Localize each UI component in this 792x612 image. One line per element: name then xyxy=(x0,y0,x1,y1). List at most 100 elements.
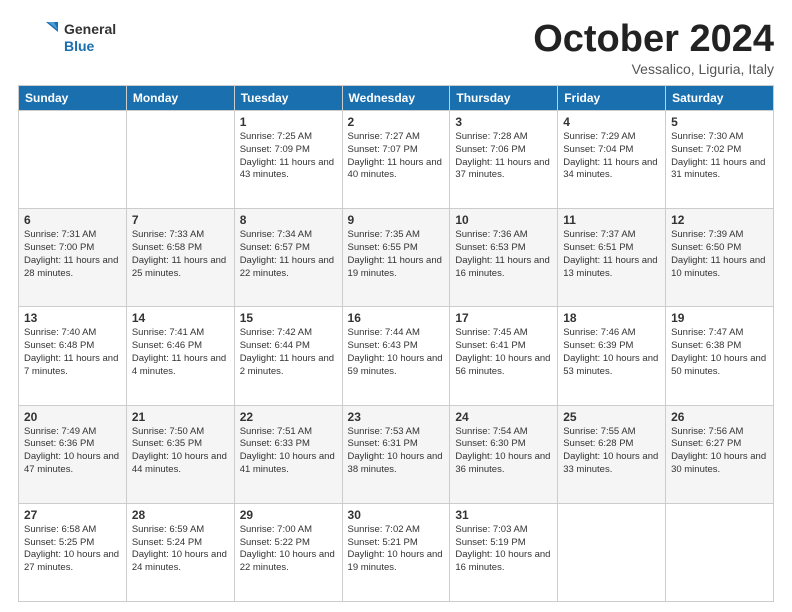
table-row: 20 Sunrise: 7:49 AM Sunset: 6:36 PM Dayli… xyxy=(19,405,127,503)
day-number: 16 xyxy=(348,311,445,325)
day-info: Sunrise: 7:55 AM Sunset: 6:28 PM Dayligh… xyxy=(563,426,660,477)
day-number: 24 xyxy=(455,410,552,424)
table-row: 7 Sunrise: 7:33 AM Sunset: 6:58 PM Daylig… xyxy=(126,209,234,307)
day-number: 4 xyxy=(563,115,660,129)
col-tuesday: Tuesday xyxy=(234,86,342,111)
table-row: 25Sunrise: 7:55 AM Sunset: 6:28 PM Dayli… xyxy=(558,405,666,503)
calendar-row: 6Sunrise: 7:31 AM Sunset: 7:00 PM Daylig… xyxy=(19,209,774,307)
day-number: 26 xyxy=(671,410,768,424)
logo-area: GeneralBlue xyxy=(18,18,116,58)
day-info: Sunrise: 7:33 AM Sunset: 6:58 PM Dayligh… xyxy=(132,229,229,280)
table-row xyxy=(666,503,774,601)
logo-general: General xyxy=(64,21,116,38)
day-number: 10 xyxy=(455,213,552,227)
col-wednesday: Wednesday xyxy=(342,86,450,111)
table-row: 30 Sunrise: 7:02 AM Sunset: 5:21 PM Dayli… xyxy=(342,503,450,601)
day-number: 20 xyxy=(24,410,121,424)
day-number: 13 xyxy=(24,311,121,325)
day-info: Sunrise: 7:51 AM Sunset: 6:33 PM Dayligh… xyxy=(240,426,337,477)
table-row: 29Sunrise: 7:00 AM Sunset: 5:22 PM Dayli… xyxy=(234,503,342,601)
table-row: 3Sunrise: 7:28 AM Sunset: 7:06 PM Daylig… xyxy=(450,111,558,209)
table-row xyxy=(126,111,234,209)
table-row: 23 Sunrise: 7:53 AM Sunset: 6:31 PM Dayli… xyxy=(342,405,450,503)
day-number: 3 xyxy=(455,115,552,129)
day-info: Sunrise: 7:27 AM Sunset: 7:07 PM Dayligh… xyxy=(348,131,445,182)
logo-blue: Blue xyxy=(64,38,116,55)
day-number: 2 xyxy=(348,115,445,129)
calendar-row: 13Sunrise: 7:40 AM Sunset: 6:48 PM Dayli… xyxy=(19,307,774,405)
table-row: 24 Sunrise: 7:54 AM Sunset: 6:30 PM Dayli… xyxy=(450,405,558,503)
day-number: 17 xyxy=(455,311,552,325)
day-info: Sunrise: 6:59 AM Sunset: 5:24 PM Dayligh… xyxy=(132,524,229,575)
day-info: Sunrise: 7:03 AM Sunset: 5:19 PM Dayligh… xyxy=(455,524,552,575)
calendar-table: Sunday Monday Tuesday Wednesday Thursday… xyxy=(18,85,774,602)
day-info: Sunrise: 7:41 AM Sunset: 6:46 PM Dayligh… xyxy=(132,327,229,378)
calendar-row: 1Sunrise: 7:25 AM Sunset: 7:09 PM Daylig… xyxy=(19,111,774,209)
day-info: Sunrise: 7:31 AM Sunset: 7:00 PM Dayligh… xyxy=(24,229,121,280)
day-number: 12 xyxy=(671,213,768,227)
col-friday: Friday xyxy=(558,86,666,111)
table-row: 31 Sunrise: 7:03 AM Sunset: 5:19 PM Dayli… xyxy=(450,503,558,601)
col-monday: Monday xyxy=(126,86,234,111)
day-info: Sunrise: 7:54 AM Sunset: 6:30 PM Dayligh… xyxy=(455,426,552,477)
day-number: 30 xyxy=(348,508,445,522)
day-number: 29 xyxy=(240,508,337,522)
table-row: 26 Sunrise: 7:56 AM Sunset: 6:27 PM Dayli… xyxy=(666,405,774,503)
day-number: 7 xyxy=(132,213,229,227)
table-row: 2 Sunrise: 7:27 AM Sunset: 7:07 PM Daylig… xyxy=(342,111,450,209)
day-number: 11 xyxy=(563,213,660,227)
table-row: 1Sunrise: 7:25 AM Sunset: 7:09 PM Daylig… xyxy=(234,111,342,209)
table-row: 18 Sunrise: 7:46 AM Sunset: 6:39 PM Dayli… xyxy=(558,307,666,405)
day-info: Sunrise: 7:02 AM Sunset: 5:21 PM Dayligh… xyxy=(348,524,445,575)
day-info: Sunrise: 6:58 AM Sunset: 5:25 PM Dayligh… xyxy=(24,524,121,575)
day-number: 27 xyxy=(24,508,121,522)
page: GeneralBlue October 2024Vessalico, Liguri… xyxy=(0,0,792,612)
table-row: 6Sunrise: 7:31 AM Sunset: 7:00 PM Daylig… xyxy=(19,209,127,307)
day-info: Sunrise: 7:45 AM Sunset: 6:41 PM Dayligh… xyxy=(455,327,552,378)
day-info: Sunrise: 7:47 AM Sunset: 6:38 PM Dayligh… xyxy=(671,327,768,378)
calendar-row: 20 Sunrise: 7:49 AM Sunset: 6:36 PM Dayli… xyxy=(19,405,774,503)
header-row: Sunday Monday Tuesday Wednesday Thursday… xyxy=(19,86,774,111)
table-row: 9 Sunrise: 7:35 AM Sunset: 6:55 PM Daylig… xyxy=(342,209,450,307)
table-row: 8Sunrise: 7:34 AM Sunset: 6:57 PM Daylig… xyxy=(234,209,342,307)
table-row: 16 Sunrise: 7:44 AM Sunset: 6:43 PM Dayli… xyxy=(342,307,450,405)
table-row: 15Sunrise: 7:42 AM Sunset: 6:44 PM Dayli… xyxy=(234,307,342,405)
location-subtitle: Vessalico, Liguria, Italy xyxy=(533,61,774,77)
day-info: Sunrise: 7:39 AM Sunset: 6:50 PM Dayligh… xyxy=(671,229,768,280)
day-number: 15 xyxy=(240,311,337,325)
day-info: Sunrise: 7:44 AM Sunset: 6:43 PM Dayligh… xyxy=(348,327,445,378)
day-number: 23 xyxy=(348,410,445,424)
table-row: 28 Sunrise: 6:59 AM Sunset: 5:24 PM Dayli… xyxy=(126,503,234,601)
day-number: 18 xyxy=(563,311,660,325)
table-row: 12 Sunrise: 7:39 AM Sunset: 6:50 PM Dayli… xyxy=(666,209,774,307)
day-number: 31 xyxy=(455,508,552,522)
day-info: Sunrise: 7:36 AM Sunset: 6:53 PM Dayligh… xyxy=(455,229,552,280)
day-info: Sunrise: 7:50 AM Sunset: 6:35 PM Dayligh… xyxy=(132,426,229,477)
day-info: Sunrise: 7:56 AM Sunset: 6:27 PM Dayligh… xyxy=(671,426,768,477)
day-number: 9 xyxy=(348,213,445,227)
col-thursday: Thursday xyxy=(450,86,558,111)
table-row: 14 Sunrise: 7:41 AM Sunset: 6:46 PM Dayli… xyxy=(126,307,234,405)
day-info: Sunrise: 7:35 AM Sunset: 6:55 PM Dayligh… xyxy=(348,229,445,280)
table-row: 19 Sunrise: 7:47 AM Sunset: 6:38 PM Dayli… xyxy=(666,307,774,405)
logo-icon xyxy=(18,18,58,58)
day-info: Sunrise: 7:34 AM Sunset: 6:57 PM Dayligh… xyxy=(240,229,337,280)
day-number: 19 xyxy=(671,311,768,325)
day-info: Sunrise: 7:53 AM Sunset: 6:31 PM Dayligh… xyxy=(348,426,445,477)
table-row: 21Sunrise: 7:50 AM Sunset: 6:35 PM Dayli… xyxy=(126,405,234,503)
table-row: 10 Sunrise: 7:36 AM Sunset: 6:53 PM Dayli… xyxy=(450,209,558,307)
table-row: 22 Sunrise: 7:51 AM Sunset: 6:33 PM Dayli… xyxy=(234,405,342,503)
day-number: 14 xyxy=(132,311,229,325)
day-info: Sunrise: 7:46 AM Sunset: 6:39 PM Dayligh… xyxy=(563,327,660,378)
day-number: 28 xyxy=(132,508,229,522)
title-block: October 2024Vessalico, Liguria, Italy xyxy=(533,18,774,77)
day-info: Sunrise: 7:49 AM Sunset: 6:36 PM Dayligh… xyxy=(24,426,121,477)
day-info: Sunrise: 7:25 AM Sunset: 7:09 PM Dayligh… xyxy=(240,131,337,182)
calendar-row: 27 Sunrise: 6:58 AM Sunset: 5:25 PM Dayli… xyxy=(19,503,774,601)
table-row: 5Sunrise: 7:30 AM Sunset: 7:02 PM Daylig… xyxy=(666,111,774,209)
col-saturday: Saturday xyxy=(666,86,774,111)
table-row: 4Sunrise: 7:29 AM Sunset: 7:04 PM Daylig… xyxy=(558,111,666,209)
table-row xyxy=(19,111,127,209)
day-number: 22 xyxy=(240,410,337,424)
table-row: 13Sunrise: 7:40 AM Sunset: 6:48 PM Dayli… xyxy=(19,307,127,405)
